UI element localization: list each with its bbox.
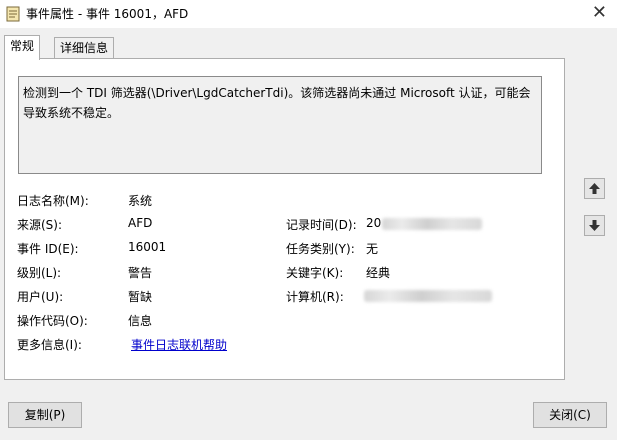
keywords-value: 经典	[366, 266, 391, 280]
user-value: 暂缺	[128, 290, 153, 304]
arrow-up-icon	[589, 183, 600, 194]
tab-general[interactable]: 常规	[4, 35, 41, 60]
redacted-timestamp	[382, 218, 482, 230]
log-name-label: 日志名称(M):	[17, 194, 89, 208]
source-label: 来源(S):	[17, 218, 63, 232]
level-label: 级别(L):	[17, 266, 62, 280]
task-category-value: 无	[366, 242, 379, 256]
next-event-button[interactable]	[584, 215, 605, 236]
previous-event-button[interactable]	[584, 178, 605, 199]
copy-button[interactable]: 复制(P)	[8, 402, 82, 428]
opcode-label: 操作代码(O):	[17, 314, 88, 328]
computer-label: 计算机(R):	[286, 290, 344, 304]
online-help-link[interactable]: 事件日志联机帮助	[131, 336, 227, 353]
logged-value: 20	[366, 216, 382, 230]
keywords-label: 关键字(K):	[286, 266, 344, 280]
event-viewer-icon	[6, 6, 20, 22]
arrow-down-icon	[589, 220, 600, 231]
close-button[interactable]: 关闭(C)	[533, 402, 607, 428]
tab-details[interactable]: 详细信息	[54, 37, 115, 59]
task-category-label: 任务类别(Y):	[286, 242, 355, 256]
logged-label: 记录时间(D):	[286, 218, 357, 232]
log-name-value: 系统	[128, 194, 153, 208]
user-label: 用户(U):	[17, 290, 64, 304]
event-id-value: 16001	[128, 240, 167, 254]
more-info-label: 更多信息(I):	[17, 338, 82, 352]
level-value: 警告	[128, 266, 153, 280]
title-bar: 事件属性 - 事件 16001，AFD ✕	[0, 0, 617, 28]
window-title: 事件属性 - 事件 16001，AFD	[26, 7, 189, 21]
source-value: AFD	[128, 216, 153, 230]
opcode-value: 信息	[128, 314, 153, 328]
close-window-icon[interactable]: ✕	[592, 3, 607, 23]
redacted-computer-name	[364, 290, 492, 302]
event-description[interactable]: 检测到一个 TDI 筛选器(\Driver\LgdCatcherTdi)。该筛选…	[18, 76, 542, 174]
event-id-label: 事件 ID(E):	[17, 242, 79, 256]
